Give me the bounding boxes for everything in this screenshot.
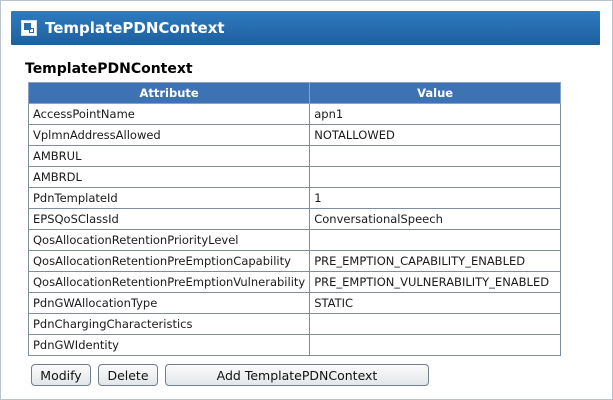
value-cell bbox=[309, 166, 561, 188]
attributes-table: Attribute Value AccessPointName apn1 Vpl… bbox=[27, 82, 561, 356]
delete-button[interactable]: Delete bbox=[98, 364, 158, 386]
value-cell: STATIC bbox=[309, 292, 561, 314]
attribute-cell: QosAllocationRetentionPriorityLevel bbox=[27, 229, 311, 251]
section-title: TemplatePDNContext bbox=[25, 61, 193, 77]
column-header-value: Value bbox=[309, 82, 561, 104]
table-row: PdnTemplateId 1 bbox=[27, 187, 561, 209]
attribute-cell: AMBRUL bbox=[27, 145, 311, 167]
attribute-cell: PdnGWIdentity bbox=[27, 334, 311, 356]
value-cell: ConversationalSpeech bbox=[309, 208, 561, 230]
panel-titlebar: TemplatePDNContext bbox=[11, 11, 600, 45]
attribute-cell: PdnTemplateId bbox=[27, 187, 311, 209]
value-cell bbox=[309, 145, 561, 167]
panel-title: TemplatePDNContext bbox=[45, 19, 225, 37]
value-cell bbox=[309, 334, 561, 356]
attribute-cell: PdnGWAllocationType bbox=[27, 292, 311, 314]
attribute-cell: AMBRDL bbox=[27, 166, 311, 188]
attribute-cell: EPSQoSClassId bbox=[27, 208, 311, 230]
table-row: VplmnAddressAllowed NOTALLOWED bbox=[27, 124, 561, 146]
value-cell: NOTALLOWED bbox=[309, 124, 561, 146]
value-cell: PRE_EMPTION_VULNERABILITY_ENABLED bbox=[309, 271, 561, 293]
value-cell: 1 bbox=[309, 187, 561, 209]
panel-frame: TemplatePDNContext TemplatePDNContext At… bbox=[0, 0, 613, 400]
attribute-cell: PdnChargingCharacteristics bbox=[27, 313, 311, 335]
table-header-row: Attribute Value bbox=[27, 82, 561, 104]
table-row: QosAllocationRetentionPreEmptionCapabili… bbox=[27, 250, 561, 272]
column-header-attribute: Attribute bbox=[27, 82, 311, 104]
window-icon bbox=[21, 20, 37, 36]
table-row: EPSQoSClassId ConversationalSpeech bbox=[27, 208, 561, 230]
attribute-cell: QosAllocationRetentionPreEmptionCapabili… bbox=[27, 250, 311, 272]
table-row: QosAllocationRetentionPriorityLevel bbox=[27, 229, 561, 251]
value-cell: apn1 bbox=[309, 103, 561, 125]
attribute-cell: AccessPointName bbox=[27, 103, 311, 125]
attribute-cell: QosAllocationRetentionPreEmptionVulnerab… bbox=[27, 271, 311, 293]
table-row: PdnGWAllocationType STATIC bbox=[27, 292, 561, 314]
value-cell bbox=[309, 229, 561, 251]
attribute-cell: VplmnAddressAllowed bbox=[27, 124, 311, 146]
table-row: PdnChargingCharacteristics bbox=[27, 313, 561, 335]
add-template-pdn-context-button[interactable]: Add TemplatePDNContext bbox=[165, 364, 429, 386]
table-row: AccessPointName apn1 bbox=[27, 103, 561, 125]
modify-button[interactable]: Modify bbox=[31, 364, 91, 386]
table-row: AMBRDL bbox=[27, 166, 561, 188]
table-row: PdnGWIdentity bbox=[27, 334, 561, 356]
table-row: QosAllocationRetentionPreEmptionVulnerab… bbox=[27, 271, 561, 293]
action-buttons: Modify Delete Add TemplatePDNContext bbox=[31, 364, 429, 386]
value-cell bbox=[309, 313, 561, 335]
table-row: AMBRUL bbox=[27, 145, 561, 167]
value-cell: PRE_EMPTION_CAPABILITY_ENABLED bbox=[309, 250, 561, 272]
